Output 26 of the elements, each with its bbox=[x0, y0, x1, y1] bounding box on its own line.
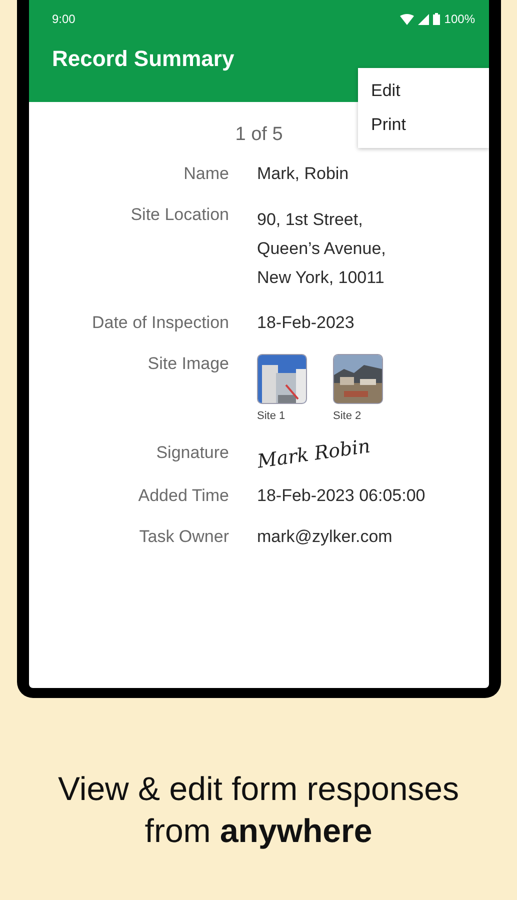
field-value: Mark, Robin bbox=[257, 164, 350, 184]
image-caption: Site 2 bbox=[333, 410, 362, 422]
field-label: Task Owner bbox=[138, 527, 229, 547]
status-time: 9:00 bbox=[52, 12, 76, 26]
battery-icon bbox=[433, 13, 440, 25]
field-value: 90, 1st Street, Queen’s Avenue, New York, 10011 bbox=[257, 209, 387, 289]
signature: Mark Robin bbox=[256, 435, 372, 473]
field-label: Signature bbox=[155, 443, 229, 464]
app-title: Record Summary bbox=[52, 46, 236, 72]
field-label: Site Image bbox=[146, 354, 229, 375]
field-value: mark@zylker.com bbox=[257, 527, 394, 547]
tagline: View & edit form responses bbox=[58, 770, 460, 808]
menu-item[interactable]: Edit bbox=[358, 74, 489, 108]
menu-item[interactable]: Print bbox=[358, 108, 489, 142]
battery-level: 100% bbox=[444, 12, 475, 26]
signal-icon bbox=[418, 14, 430, 24]
tagline: from anywhere bbox=[144, 812, 372, 850]
image-caption: Site 1 bbox=[257, 410, 286, 422]
record-pager: 1 of 5 bbox=[235, 124, 283, 146]
wifi-icon bbox=[400, 14, 414, 24]
field-label: Site Location bbox=[130, 205, 229, 226]
field-label: Name bbox=[182, 164, 229, 184]
field-value: 18-Feb-2023 bbox=[257, 313, 356, 333]
field-label: Added Time bbox=[137, 486, 229, 506]
field-label: Date of Inspection bbox=[90, 313, 229, 333]
field-value: 18-Feb-2023 06:05:00 bbox=[257, 486, 426, 506]
